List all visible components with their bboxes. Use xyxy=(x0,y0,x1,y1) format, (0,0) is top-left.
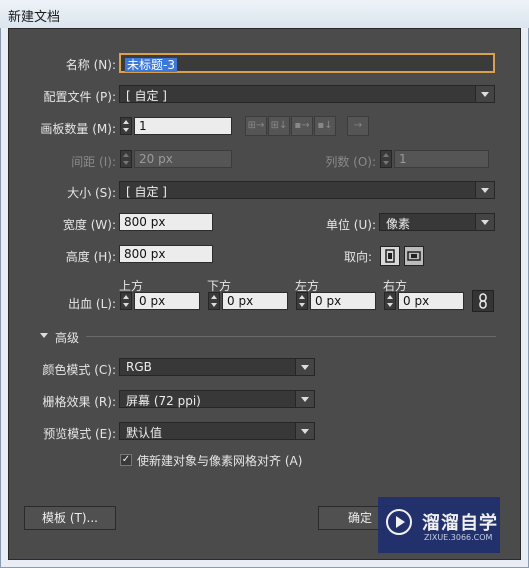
chevron-down-icon xyxy=(475,182,494,198)
chevron-down-icon xyxy=(295,423,314,439)
link-icon[interactable] xyxy=(472,290,494,312)
advanced-divider xyxy=(86,336,496,337)
size-label: 大小 (S): xyxy=(67,186,116,200)
chevron-down-icon xyxy=(475,86,494,102)
raster-label: 栅格效果 (R): xyxy=(42,395,116,409)
bleed-bottom-stepper[interactable] xyxy=(208,292,220,310)
bleed-bottom-input[interactable]: 0 px xyxy=(222,292,288,310)
name-input[interactable]: 未标题-3 xyxy=(119,53,495,73)
watermark: 溜溜自学 ZIXUE.3066.COM xyxy=(378,497,500,553)
artboards-label: 画板数量 (M): xyxy=(40,122,116,136)
artboard-col-icon: ▪↓ xyxy=(314,116,336,136)
raster-select[interactable]: 屏幕 (72 ppi) xyxy=(119,390,315,408)
columns-input[interactable]: 1 xyxy=(394,150,489,168)
bleed-left-input[interactable]: 0 px xyxy=(310,292,376,310)
size-select[interactable]: [ 自定 ] xyxy=(119,181,495,199)
color-mode-select[interactable]: RGB xyxy=(119,358,315,376)
preview-value: 默认值 xyxy=(126,426,163,440)
profile-select[interactable]: [ 自定 ] xyxy=(119,85,495,103)
artboard-grid-row-icon: ⊞→ xyxy=(245,116,267,136)
chevron-down-icon xyxy=(295,391,314,407)
bleed-label: 出血 (L): xyxy=(68,297,116,311)
height-input[interactable]: 800 px xyxy=(119,245,213,263)
advanced-header[interactable]: 高级 xyxy=(55,329,79,346)
color-mode-value: RGB xyxy=(126,360,152,374)
bleed-right-stepper[interactable] xyxy=(384,292,396,310)
advanced-collapse-icon[interactable] xyxy=(40,333,48,338)
chevron-down-icon xyxy=(295,359,314,375)
align-pixel-label: 使新建对象与像素网格对齐 (A) xyxy=(137,454,303,468)
spacing-input[interactable]: 20 px xyxy=(134,150,232,168)
columns-label: 列数 (O): xyxy=(325,155,376,169)
width-input[interactable]: 800 px xyxy=(119,213,213,231)
bleed-top-stepper[interactable] xyxy=(120,292,132,310)
name-label: 名称 (N): xyxy=(65,58,116,72)
height-label: 高度 (H): xyxy=(65,250,116,264)
bleed-top-input[interactable]: 0 px xyxy=(134,292,200,310)
spacing-label: 间距 (I): xyxy=(71,155,116,169)
watermark-url: ZIXUE.3066.COM xyxy=(424,533,493,542)
profile-label: 配置文件 (P): xyxy=(43,90,116,104)
units-value: 像素 xyxy=(386,217,411,231)
title-bar: 新建文档 xyxy=(0,0,529,28)
align-pixel-checkbox[interactable]: ✓ xyxy=(120,454,132,466)
columns-stepper[interactable] xyxy=(380,150,392,168)
artboard-row-icon: ▪→ xyxy=(291,116,313,136)
preview-select[interactable]: 默认值 xyxy=(119,422,315,440)
name-value: 未标题-3 xyxy=(125,58,177,72)
artboards-input[interactable]: 1 xyxy=(134,117,232,135)
color-mode-label: 颜色模式 (C): xyxy=(42,363,116,377)
bleed-left-stepper[interactable] xyxy=(296,292,308,310)
units-select[interactable]: 像素 xyxy=(379,213,495,231)
spacing-stepper[interactable] xyxy=(120,150,132,168)
units-label: 单位 (U): xyxy=(325,218,376,232)
templates-button[interactable]: 模板 (T)... xyxy=(24,506,116,530)
chevron-down-icon xyxy=(475,214,494,230)
artboards-stepper[interactable] xyxy=(120,117,132,135)
landscape-icon[interactable] xyxy=(404,246,424,266)
play-icon xyxy=(386,509,412,535)
size-value: [ 自定 ] xyxy=(126,185,167,199)
artboard-grid-col-icon: ⊞↓ xyxy=(268,116,290,136)
portrait-icon[interactable] xyxy=(380,246,400,266)
arrow-right-icon: → xyxy=(347,116,369,136)
orientation-label: 取向: xyxy=(343,250,372,264)
watermark-title: 溜溜自学 xyxy=(422,513,498,534)
window-title: 新建文档 xyxy=(8,10,61,25)
bleed-right-input[interactable]: 0 px xyxy=(398,292,464,310)
raster-value: 屏幕 (72 ppi) xyxy=(126,394,201,408)
profile-value: [ 自定 ] xyxy=(126,89,167,103)
preview-label: 预览模式 (E): xyxy=(43,427,116,441)
width-label: 宽度 (W): xyxy=(62,218,116,232)
